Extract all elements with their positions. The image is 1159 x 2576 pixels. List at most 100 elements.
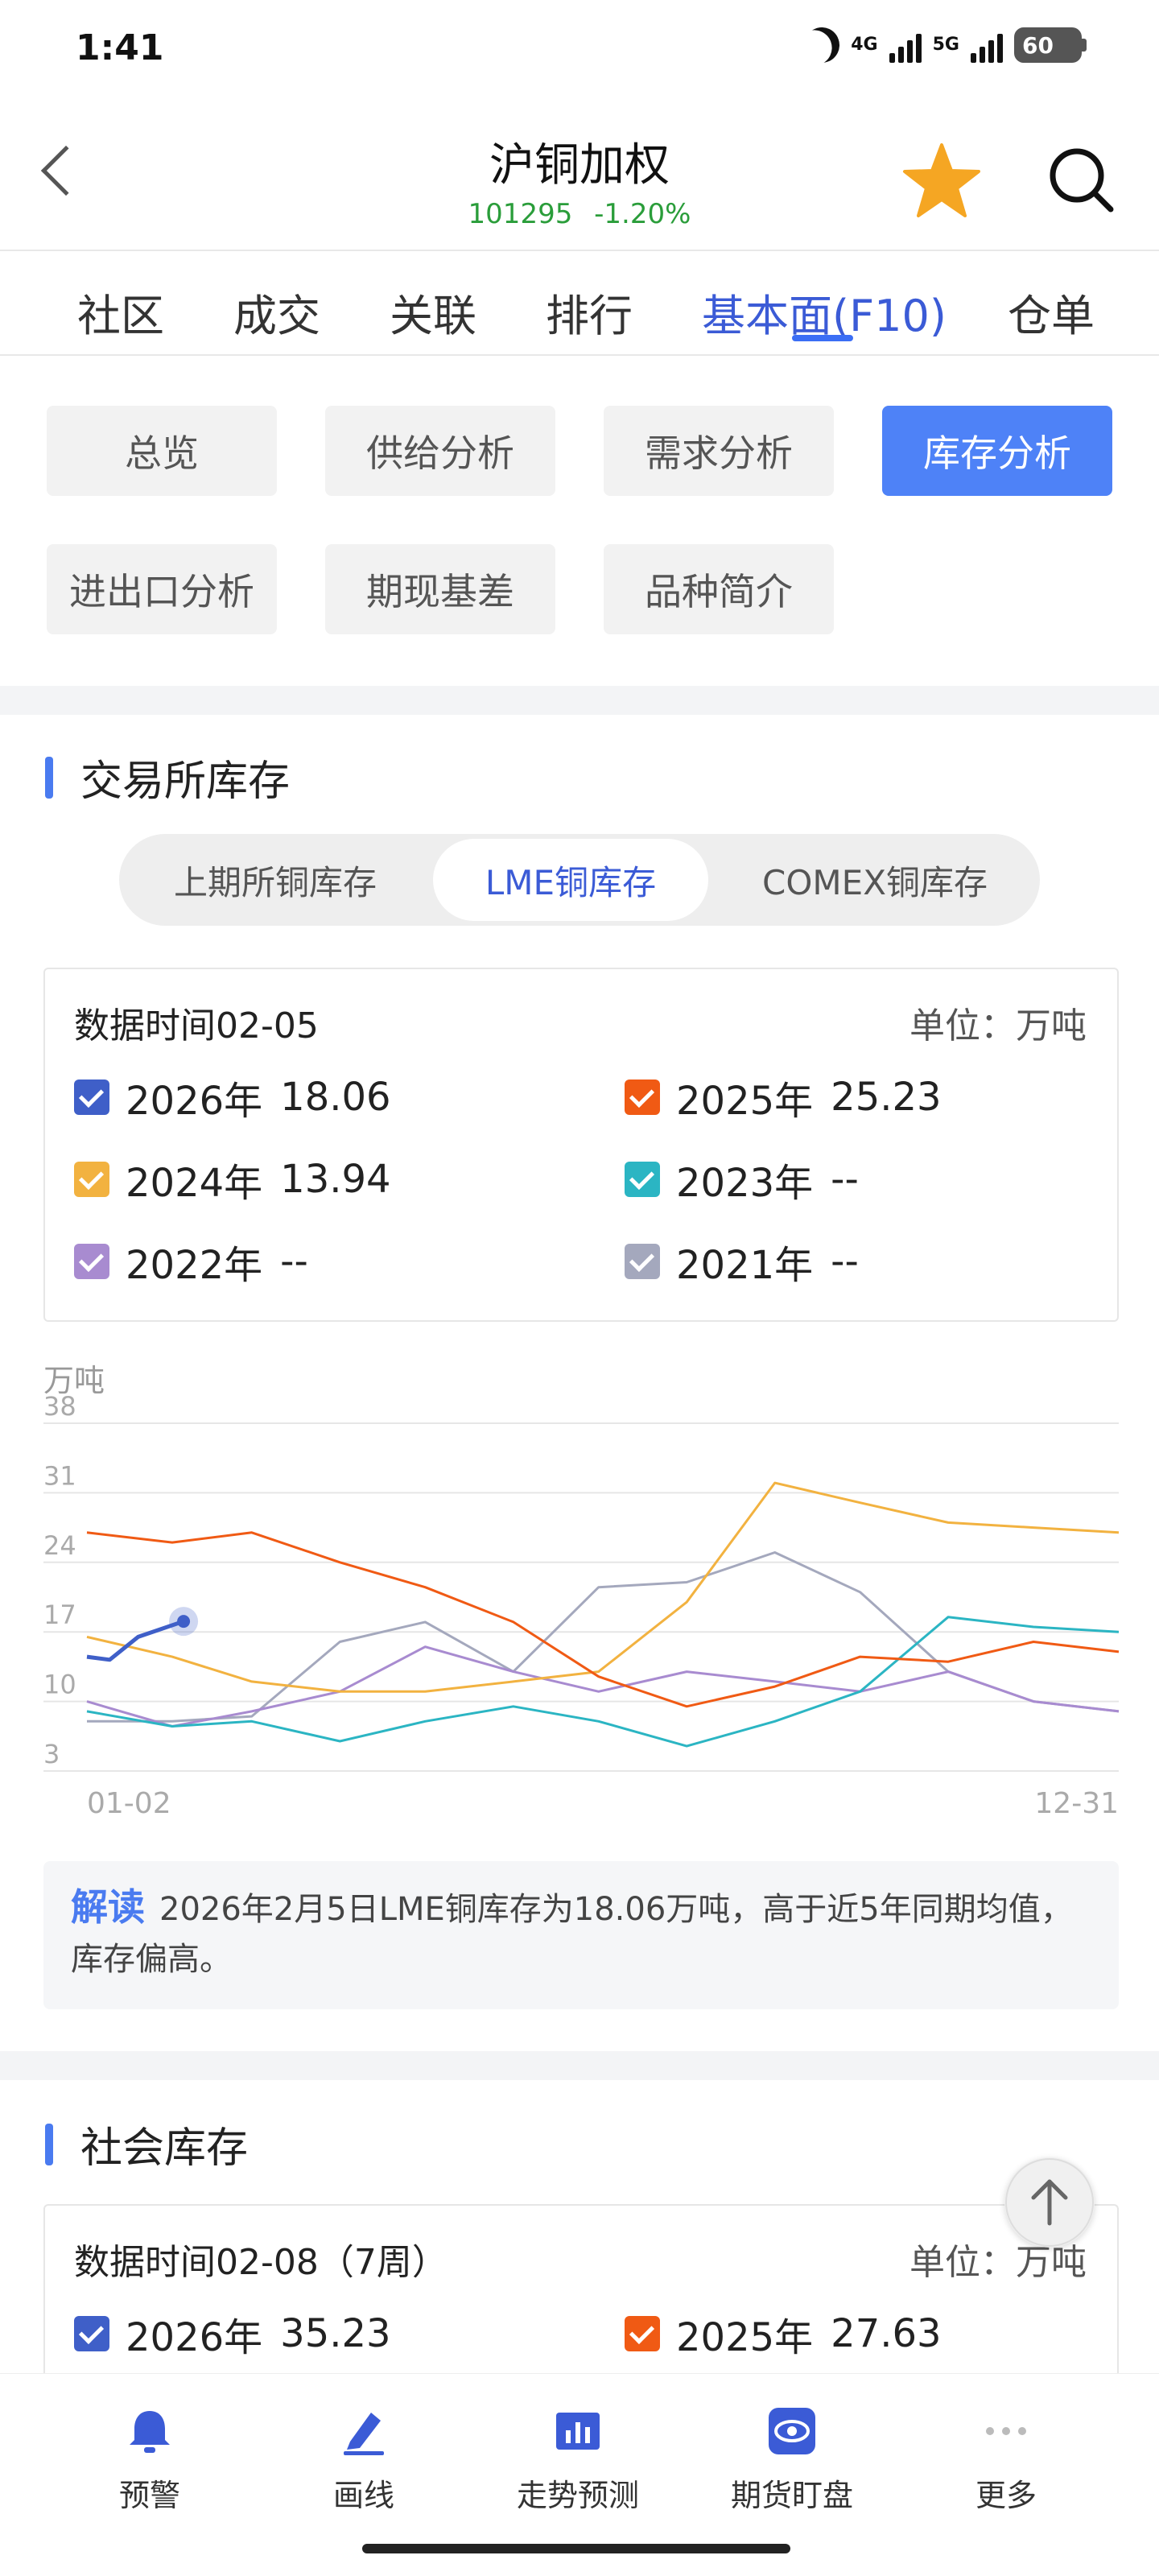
y-tick-label: 17: [43, 1600, 76, 1630]
legend-card: 数据时间02-05 单位：万吨 2026年 18.06 2025年 25.23 …: [43, 968, 1119, 1322]
legend-year: 2026年: [126, 1079, 263, 1124]
main-tabs: 社区 成交 关联 排行 基本面(F10) 仓单: [0, 250, 1159, 356]
legend-year: 2022年: [126, 1243, 263, 1288]
y-tick-label: 38: [43, 1391, 76, 1422]
network-4g-label: 4G: [851, 35, 878, 55]
inventory-line-chart[interactable]: 38 31 24 17 10 3 01-02 12-31: [0, 1385, 1159, 1835]
moon-icon: [799, 23, 844, 68]
price-change: -1.20%: [594, 198, 691, 230]
legend-year: 2026年: [126, 2315, 263, 2360]
status-icons: 4G 5G 60: [804, 27, 1087, 63]
star-icon[interactable]: [901, 142, 982, 219]
book-chart-icon: [556, 2413, 600, 2450]
nav-label: 期货盯盘: [730, 2478, 853, 2513]
eye-icon: [769, 2408, 815, 2454]
pen-icon: [344, 2413, 384, 2455]
section-divider: [0, 2051, 1159, 2080]
legend-value: 27.63: [831, 2311, 942, 2356]
category-chips: 总览 供给分析 需求分析 库存分析 进出口分析 期现基差 品种简介: [0, 356, 1159, 686]
legend-2024[interactable]: 2024年 13.94: [74, 1151, 391, 1208]
social-legend-2026[interactable]: 2026年 35.23: [74, 2306, 391, 2362]
chip-intro[interactable]: 品种简介: [604, 544, 834, 634]
tab-ranking[interactable]: 排行: [546, 280, 633, 344]
tab-related[interactable]: 关联: [390, 280, 476, 344]
legend-year: 2025年: [676, 2315, 814, 2360]
nav-label: 走势预测: [516, 2478, 639, 2513]
chip-import-export[interactable]: 进出口分析: [47, 544, 277, 634]
search-icon[interactable]: [1046, 145, 1114, 213]
checkbox-icon[interactable]: [74, 1162, 109, 1197]
chip-basis[interactable]: 期现基差: [325, 544, 555, 634]
segment-lme[interactable]: LME铜库存: [433, 839, 708, 921]
legend-value: 35.23: [280, 2311, 391, 2356]
y-tick-label: 24: [43, 1530, 76, 1561]
chip-demand[interactable]: 需求分析: [604, 406, 834, 496]
header: 沪铜加权 101295 -1.20%: [0, 97, 1159, 250]
unit-label: 单位：万吨: [909, 1005, 1087, 1046]
legend-value: 25.23: [831, 1075, 942, 1120]
legend-2021[interactable]: 2021年 --: [625, 1233, 859, 1290]
legend-2026[interactable]: 2026年 18.06: [74, 1069, 391, 1125]
checkbox-icon[interactable]: [625, 1080, 660, 1115]
home-indicator: [362, 2544, 790, 2553]
nav-draw[interactable]: 画线: [283, 2406, 444, 2515]
series-line-2021年: [87, 1551, 1120, 1723]
legend-year: 2021年: [676, 1243, 814, 1288]
checkbox-icon[interactable]: [625, 1244, 660, 1279]
section-title-social: 社会库存: [45, 2114, 248, 2174]
tab-warehouse[interactable]: 仓单: [1008, 280, 1095, 344]
tab-trades[interactable]: 成交: [233, 280, 320, 344]
social-legend-card: 数据时间02-08（7周） 单位：万吨 2026年 35.23 2025年 27…: [43, 2204, 1119, 2397]
price-line: 101295 -1.20%: [0, 198, 1159, 230]
legend-year: 2025年: [676, 1079, 814, 1124]
battery-icon: 60: [1014, 27, 1087, 63]
checkbox-icon[interactable]: [74, 1080, 109, 1115]
signal-icon: [889, 27, 922, 63]
legend-2023[interactable]: 2023年 --: [625, 1151, 859, 1208]
nav-forecast[interactable]: 走势预测: [497, 2406, 658, 2515]
y-tick-label: 10: [43, 1670, 76, 1700]
tab-community[interactable]: 社区: [77, 280, 164, 344]
active-tab-indicator: [792, 335, 853, 341]
nav-label: 更多: [975, 2478, 1037, 2513]
x-tick-label: 01-02: [87, 1787, 171, 1820]
nav-watch[interactable]: 期货盯盘: [711, 2406, 872, 2515]
segment-shfe[interactable]: 上期所铜库存: [126, 839, 425, 921]
status-bar: 1:41 4G 5G 60: [0, 0, 1159, 97]
checkbox-icon[interactable]: [625, 1162, 660, 1197]
network-5g-label: 5G: [932, 35, 959, 55]
chip-overview[interactable]: 总览: [47, 406, 277, 496]
legend-value: --: [831, 1157, 859, 1202]
y-tick-label: 31: [43, 1460, 76, 1491]
interpretation-note: 解读 2026年2月5日LME铜库存为18.06万吨，高于近5年同期均值，库存偏高…: [43, 1861, 1119, 2009]
section-title-exchange: 交易所库存: [45, 747, 290, 807]
checkbox-icon[interactable]: [74, 1244, 109, 1279]
section-title-text: 社会库存: [80, 2124, 249, 2173]
section-divider: [0, 686, 1159, 715]
page-title: 沪铜加权: [489, 139, 670, 192]
nav-label: 预警: [118, 2478, 180, 2513]
legend-2025[interactable]: 2025年 25.23: [625, 1069, 942, 1125]
checkbox-icon[interactable]: [74, 2316, 109, 2351]
price-value: 101295: [468, 198, 573, 230]
legend-value: --: [280, 1239, 308, 1284]
legend-value: 13.94: [280, 1157, 391, 1202]
nav-more[interactable]: 更多: [926, 2406, 1087, 2515]
more-dots-icon: [986, 2427, 1026, 2435]
legend-value: 18.06: [280, 1075, 391, 1120]
note-text: 2026年2月5日LME铜库存为18.06万吨，高于近5年同期均值，库存偏高。: [71, 1891, 1073, 1978]
latest-point: [177, 1615, 191, 1629]
segment-comex[interactable]: COMEX铜库存: [716, 839, 1033, 921]
legend-2022[interactable]: 2022年 --: [74, 1233, 308, 1290]
social-legend-2025[interactable]: 2025年 27.63: [625, 2306, 942, 2362]
chip-supply[interactable]: 供给分析: [325, 406, 555, 496]
y-tick-label: 3: [43, 1739, 60, 1769]
battery-level: 60: [1022, 31, 1054, 59]
checkbox-icon[interactable]: [625, 2316, 660, 2351]
nav-alert[interactable]: 预警: [69, 2406, 230, 2515]
legend-year: 2023年: [676, 1161, 814, 1206]
chip-inventory[interactable]: 库存分析: [882, 406, 1112, 496]
legend-year: 2024年: [126, 1161, 263, 1206]
section-accent-bar: [45, 756, 53, 799]
scroll-to-top-button[interactable]: [1004, 2157, 1095, 2248]
